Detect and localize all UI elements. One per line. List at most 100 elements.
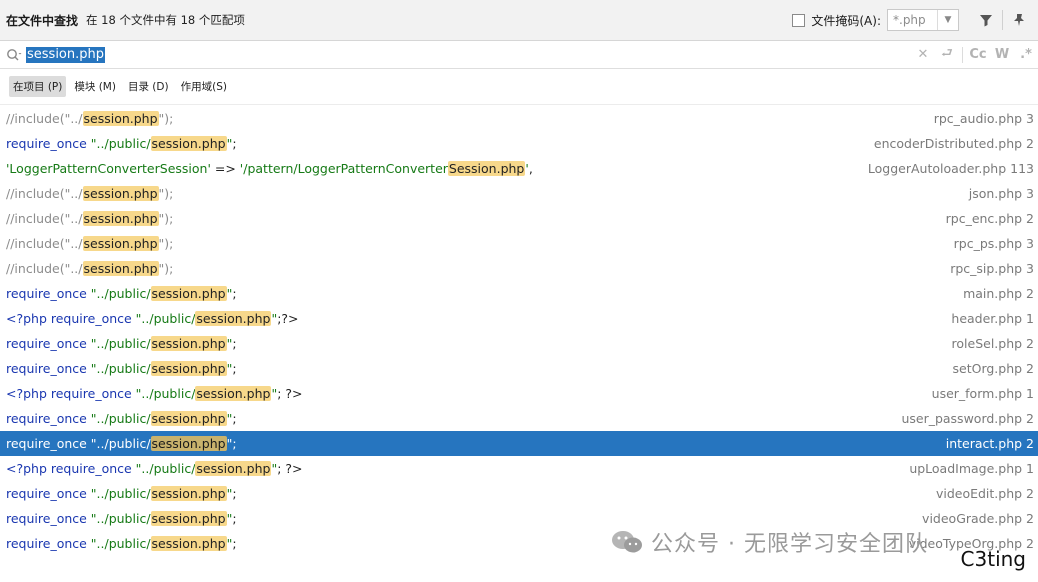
history-icon[interactable]: ⮐ (935, 43, 959, 67)
result-row[interactable]: require_once "../public/session.php"; int… (0, 431, 1038, 456)
result-row[interactable]: require_once "../public/session.php"; vid… (0, 481, 1038, 506)
code-token: "); (158, 236, 174, 251)
result-row[interactable]: <?php require_once "../public/session.ph… (0, 381, 1038, 406)
match-highlight: session.php (195, 311, 272, 326)
whole-word-icon[interactable]: W (990, 43, 1014, 67)
code-token: require_once (6, 361, 91, 376)
pin-icon[interactable] (1006, 7, 1032, 33)
result-code: 'LoggerPatternConverterSession' => '/pat… (6, 156, 868, 181)
code-token: ; (232, 486, 237, 501)
result-row[interactable]: //include("../session.php"); rpc_sip.php … (0, 256, 1038, 281)
tab-module[interactable]: 模块 (M) (70, 76, 120, 97)
result-code: //include("../session.php"); (6, 256, 950, 281)
code-token: "../public/ (135, 386, 196, 401)
result-row[interactable]: //include("../session.php"); rpc_audio.ph… (0, 106, 1038, 131)
code-token: => (210, 161, 240, 176)
file-mask-dropdown[interactable]: *.php ▼ (887, 9, 959, 31)
find-in-files-header: 在文件中查找 在 18 个文件中有 18 个匹配项 文件掩码(A): *.php… (0, 0, 1038, 41)
code-token: require_once (6, 486, 91, 501)
file-mask-label: 文件掩码(A): (811, 13, 881, 28)
code-token: require_once (6, 536, 91, 551)
result-row[interactable]: require_once "../public/session.php"; use… (0, 406, 1038, 431)
result-code: //include("../session.php"); (6, 231, 954, 256)
brand-text: C3ting (960, 547, 1026, 571)
result-row[interactable]: //include("../session.php"); rpc_ps.php 3 (0, 231, 1038, 256)
match-highlight: session.php (150, 286, 227, 301)
code-token: ; (232, 411, 237, 426)
code-token: "../public/ (90, 286, 151, 301)
code-token: "../public/ (90, 436, 151, 451)
result-row[interactable]: require_once "../public/session.php"; rol… (0, 331, 1038, 356)
result-row[interactable]: //include("../session.php"); rpc_enc.php … (0, 206, 1038, 231)
code-token: ; (232, 536, 237, 551)
result-file: LoggerAutoloader.php 113 (867, 161, 1034, 176)
tab-directory[interactable]: 目录 (D) (124, 76, 173, 97)
code-token: require_once (6, 286, 91, 301)
code-token: require_once (6, 336, 91, 351)
match-highlight: Session.php (447, 161, 526, 176)
result-row[interactable]: 'LoggerPatternConverterSession' => '/pat… (0, 156, 1038, 181)
result-file: videoEdit.php 2 (935, 486, 1034, 501)
result-row[interactable]: //include("../session.php"); json.php 3 (0, 181, 1038, 206)
search-icon[interactable] (6, 48, 26, 62)
clear-icon[interactable]: ✕ (911, 43, 935, 67)
file-mask-value: *.php (893, 13, 926, 27)
result-row[interactable]: require_once "../public/session.php"; enc… (0, 131, 1038, 156)
match-highlight: session.php (82, 236, 159, 251)
match-case-icon[interactable]: Cc (966, 43, 990, 67)
code-token: require_once (6, 411, 91, 426)
code-token: ; (232, 361, 237, 376)
scope-tabs: 在项目 (P) 模块 (M) 目录 (D) 作用域(S) (0, 69, 1038, 105)
match-highlight: session.php (82, 211, 159, 226)
code-token: "../public/ (90, 486, 151, 501)
result-row[interactable]: <?php require_once "../public/session.ph… (0, 456, 1038, 481)
code-token: "); (158, 186, 174, 201)
result-row[interactable]: <?php require_once "../public/session.ph… (0, 306, 1038, 331)
search-input[interactable]: session.php (26, 46, 105, 63)
code-token: ; (232, 436, 237, 451)
code-token: "); (158, 261, 174, 276)
code-token: ; ?> (277, 461, 303, 476)
code-token: "../public/ (90, 136, 151, 151)
code-token: <?php require_once (6, 461, 136, 476)
watermark: 公众号 · 无限学习安全团队 (611, 526, 928, 558)
result-code: <?php require_once "../public/session.ph… (6, 306, 951, 331)
regex-icon[interactable]: .* (1014, 43, 1038, 67)
filter-icon[interactable] (973, 7, 999, 33)
result-file: rpc_ps.php 3 (953, 236, 1034, 251)
result-file: header.php 1 (951, 311, 1034, 326)
dialog-title: 在文件中查找 (6, 13, 79, 28)
tab-scope[interactable]: 作用域(S) (177, 76, 231, 97)
result-file: rpc_sip.php 3 (950, 261, 1034, 276)
code-token: //include("../ (6, 261, 83, 276)
result-file: videoGrade.php 2 (922, 511, 1034, 526)
code-token: "); (158, 211, 174, 226)
divider (1002, 10, 1003, 30)
file-mask-checkbox[interactable] (792, 13, 806, 27)
result-file: user_form.php 1 (931, 386, 1034, 401)
code-token: //include("../ (6, 236, 83, 251)
search-bar[interactable]: session.php ✕ ⮐ Cc W .* (0, 41, 1038, 69)
result-row[interactable]: require_once "../public/session.php"; set… (0, 356, 1038, 381)
code-token: ; (232, 511, 237, 526)
code-token: require_once (6, 136, 91, 151)
tab-in-project[interactable]: 在项目 (P) (9, 76, 67, 97)
chevron-down-icon[interactable]: ▼ (937, 10, 958, 30)
result-code: //include("../session.php"); (6, 206, 946, 231)
match-highlight: session.php (150, 136, 227, 151)
result-row[interactable]: require_once "../public/session.php"; mai… (0, 281, 1038, 306)
results-list: //include("../session.php"); rpc_audio.ph… (0, 106, 1038, 556)
result-file: roleSel.php 2 (951, 336, 1034, 351)
code-token: ; (232, 336, 237, 351)
result-file: rpc_audio.php 3 (933, 111, 1034, 126)
result-code: require_once "../public/session.php"; (6, 481, 936, 506)
code-token: '/pattern/LoggerPatternConverter (239, 161, 448, 176)
code-token: 'LoggerPatternConverterSession' (6, 161, 211, 176)
result-file: upLoadImage.php 1 (909, 461, 1034, 476)
result-file: interact.php 2 (945, 436, 1034, 451)
result-file: user_password.php 2 (901, 411, 1034, 426)
code-token: //include("../ (6, 186, 83, 201)
match-highlight: session.php (150, 486, 227, 501)
code-token: ;?> (277, 311, 299, 326)
match-highlight: session.php (82, 261, 159, 276)
